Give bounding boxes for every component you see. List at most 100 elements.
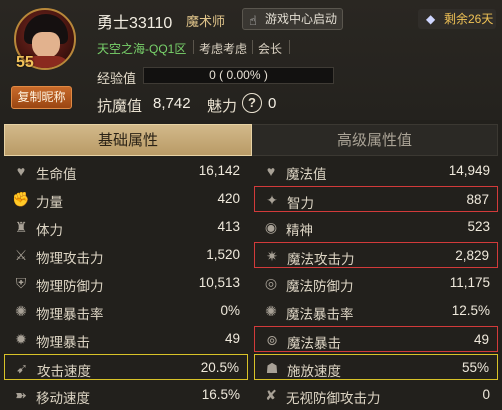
stat-label: 攻击速度 xyxy=(37,364,91,379)
attack-speed-icon: ➹ xyxy=(16,360,28,376)
hand-icon: ☝ xyxy=(249,13,257,28)
stat-label: 体力 xyxy=(36,223,63,238)
stat-row: ✹ 物理暴击 49 xyxy=(4,326,248,352)
remaining-days-badge: ◆ 剩余26天 xyxy=(418,9,496,29)
player-class: 魔术师 xyxy=(186,14,226,29)
stat-row: ♥ 生命值 16,142 xyxy=(4,158,248,184)
stat-label: 施放速度 xyxy=(287,364,341,379)
tab-basic-attributes[interactable]: 基础属性 xyxy=(4,124,252,156)
stat-value: 14,949 xyxy=(448,163,490,178)
tab-advanced-attributes[interactable]: 高级属性值 xyxy=(252,124,498,156)
stat-label: 魔法暴击 xyxy=(287,336,341,351)
stat-value: 2,829 xyxy=(455,248,489,263)
divider xyxy=(289,40,290,54)
magic-defense-icon: ◎ xyxy=(264,275,278,291)
resist-value: 8,742 xyxy=(153,95,191,112)
server-name: 天空之海-QQ1区 xyxy=(97,42,187,56)
divider xyxy=(252,40,253,54)
stat-label: 物理暴击率 xyxy=(36,307,104,322)
spirit-icon: ◉ xyxy=(264,219,278,235)
body-icon: ♜ xyxy=(14,219,28,235)
stat-label: 生命值 xyxy=(36,167,77,182)
exp-label: 经验值 xyxy=(97,71,137,86)
crit-rate-icon: ✺ xyxy=(15,303,27,319)
stat-label: 物理攻击力 xyxy=(36,251,104,266)
guild-role: 会长 xyxy=(258,42,283,56)
stat-value: 523 xyxy=(467,219,490,234)
stat-value: 0% xyxy=(220,303,240,318)
fist-icon: ✊ xyxy=(12,191,30,207)
stat-row: ✺ 物理暴击率 0% xyxy=(4,298,248,324)
heart-icon: ♥ xyxy=(16,163,26,179)
stat-label: 物理暴击 xyxy=(36,335,90,350)
stat-row: ⚔ 物理攻击力 1,520 xyxy=(4,242,248,268)
stat-value: 55% xyxy=(461,360,489,375)
stat-label: 无视防御攻击力 xyxy=(286,391,381,406)
stat-value: 420 xyxy=(217,191,240,206)
stat-value: 413 xyxy=(217,219,240,234)
stat-row: ✘ 无视防御攻击力 0 xyxy=(254,382,498,408)
move-speed-icon: ➽ xyxy=(15,387,27,403)
remaining-days-label: 剩余26天 xyxy=(444,12,494,26)
player-name: 勇士33110 xyxy=(97,15,173,32)
stat-row: ✷ 魔法攻击力 2,829 xyxy=(254,242,498,268)
stat-value: 10,513 xyxy=(198,275,240,290)
charm-value: 0 xyxy=(268,95,277,112)
magic-attack-icon: ✷ xyxy=(266,248,278,264)
profile-header: 55 复制昵称 勇士33110 魔术师 ☝ 游戏中心启动 ◆ 剩余26天 天空之… xyxy=(0,0,502,120)
exp-progress-bar: 0 ( 0.00% ) xyxy=(143,67,334,84)
stat-row: ✊ 力量 420 xyxy=(4,186,248,212)
stat-row: ♥ 魔法值 14,949 xyxy=(254,158,498,184)
guild-name: 考虑考虑 xyxy=(199,42,248,56)
stat-label: 魔法防御力 xyxy=(286,279,354,294)
stat-label: 移动速度 xyxy=(36,391,90,406)
stat-row: ➹ 攻击速度 20.5% xyxy=(4,354,248,380)
diamond-icon: ◆ xyxy=(426,12,436,26)
resist-label: 抗魔值 xyxy=(97,98,143,115)
stat-value: 49 xyxy=(224,331,240,346)
launch-game-center-button[interactable]: ☝ 游戏中心启动 xyxy=(242,8,343,30)
launch-label: 游戏中心启动 xyxy=(265,12,338,26)
charm-label: 魅力 xyxy=(207,98,238,115)
crit-icon: ✹ xyxy=(15,331,27,347)
help-icon[interactable]: ? xyxy=(242,93,262,113)
attribute-tabs: 基础属性 高级属性值 xyxy=(4,124,498,156)
stat-row: ⛨ 物理防御力 10,513 xyxy=(4,270,248,296)
stat-label: 精神 xyxy=(286,223,313,238)
stat-value: 887 xyxy=(466,192,489,207)
stat-value: 11,175 xyxy=(449,275,490,290)
magic-crit-icon: ⊚ xyxy=(266,332,278,348)
stat-label: 魔法攻击力 xyxy=(287,252,355,267)
stat-row: ♜ 体力 413 xyxy=(4,214,248,240)
copy-name-button[interactable]: 复制昵称 xyxy=(11,86,72,109)
stat-value: 12.5% xyxy=(451,303,490,318)
stat-row: ⊚ 魔法暴击 49 xyxy=(254,326,498,352)
magic-crit-rate-icon: ✺ xyxy=(265,303,277,319)
intelligence-icon: ✦ xyxy=(266,192,278,208)
stat-value: 0 xyxy=(482,387,490,402)
stat-label: 力量 xyxy=(36,195,63,210)
stat-row: ✦ 智力 887 xyxy=(254,186,498,212)
stat-value: 16.5% xyxy=(201,387,240,402)
shield-icon: ⛨ xyxy=(15,275,27,291)
stat-value: 49 xyxy=(473,332,489,347)
stat-value: 20.5% xyxy=(200,360,239,375)
cast-speed-icon: ☗ xyxy=(265,360,279,376)
stat-value: 16,142 xyxy=(198,163,240,178)
stats-panel: ♥ 生命值 16,142 ✊ 力量 420 ♜ 体力 413 ⚔ 物理攻击力 1,520 ⛨ 物理防御力 1… xyxy=(4,158,498,410)
stat-value: 1,520 xyxy=(206,247,240,262)
stat-label: 物理防御力 xyxy=(36,279,104,294)
avatar-face xyxy=(32,32,60,58)
divider xyxy=(193,40,194,54)
stat-label: 魔法暴击率 xyxy=(286,307,354,322)
mana-icon: ♥ xyxy=(266,163,276,179)
stat-label: 智力 xyxy=(287,196,314,211)
stat-row: ➽ 移动速度 16.5% xyxy=(4,382,248,408)
exp-progress-text: 0 ( 0.00% ) xyxy=(209,68,268,82)
stat-row: ✺ 魔法暴击率 12.5% xyxy=(254,298,498,324)
stat-row: ◉ 精神 523 xyxy=(254,214,498,240)
stat-row: ◎ 魔法防御力 11,175 xyxy=(254,270,498,296)
level-badge: 55 xyxy=(16,54,34,71)
ignore-defense-icon: ✘ xyxy=(265,387,277,403)
stat-row: ☗ 施放速度 55% xyxy=(254,354,498,380)
